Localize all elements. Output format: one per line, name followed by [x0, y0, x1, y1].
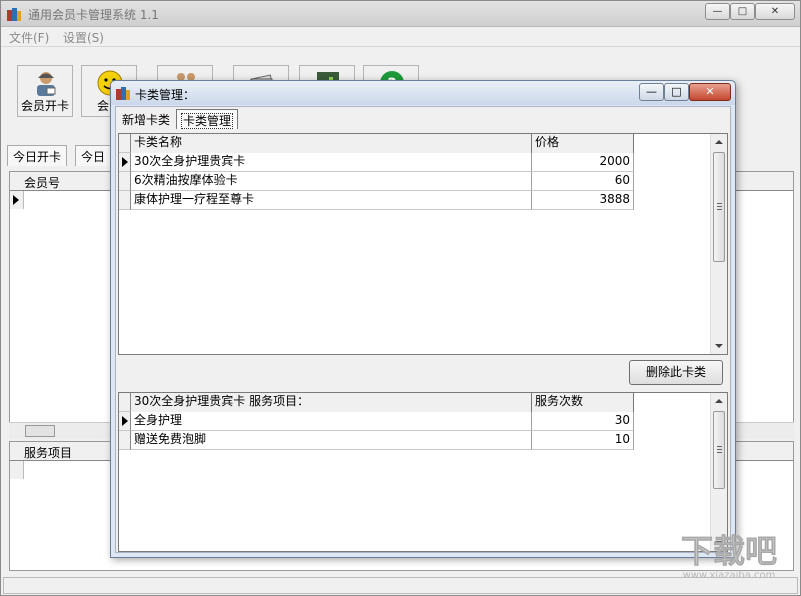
dialog-title: 卡类管理： [135, 86, 195, 103]
tab-add-card-type[interactable]: 新增卡类 [118, 109, 174, 129]
card-name-cell[interactable]: 康体护理一疗程至尊卡 [131, 191, 532, 210]
row-indicator [10, 191, 24, 209]
card-grid-vscrollbar[interactable] [710, 134, 727, 354]
app-icon [6, 6, 22, 22]
scroll-down-icon[interactable] [715, 344, 723, 348]
service-item-header: 服务项目 [24, 444, 72, 461]
toolbar-member-open-card-button[interactable]: 会员开卡 [17, 65, 73, 117]
header-corner [119, 134, 131, 153]
grip-line [717, 203, 722, 204]
app-icon [115, 85, 131, 101]
card-type-dialog: 卡类管理： — □ ✕ 新增卡类 卡类管理 卡类名称 价格 30次全身护理贵宾卡… [110, 80, 736, 558]
row-indicator [119, 412, 131, 431]
main-minimize-button[interactable]: — [705, 3, 730, 20]
svg-text:www.xiazaiba.com: www.xiazaiba.com [683, 570, 776, 581]
main-close-button[interactable]: ✕ [755, 3, 795, 20]
grip-line [717, 452, 722, 453]
card-type-grid: 卡类名称 价格 30次全身护理贵宾卡 2000 6次精油按摩体验卡 60 康体护… [118, 133, 728, 355]
header-corner [119, 393, 131, 412]
grip-line [717, 446, 722, 447]
price-cell[interactable]: 3888 [532, 191, 634, 210]
current-row-arrow-icon [13, 195, 19, 205]
dialog-minimize-button[interactable]: — [639, 83, 664, 101]
card-name-cell[interactable]: 6次精油按摩体验卡 [131, 172, 532, 191]
main-window-title: 通用会员卡管理系统 1.1 [28, 6, 159, 23]
scroll-thumb[interactable] [713, 152, 725, 262]
delete-card-type-button[interactable]: 删除此卡类 [629, 360, 723, 385]
price-cell[interactable]: 60 [532, 172, 634, 191]
tab-label: 卡类管理 [181, 113, 233, 129]
main-title-bar[interactable]: 通用会员卡管理系统 1.1 — □ ✕ [1, 1, 800, 27]
service-item-cell[interactable]: 赠送免费泡脚 [131, 431, 532, 450]
menu-settings[interactable]: 设置(S) [63, 29, 104, 46]
scroll-thumb[interactable] [713, 411, 725, 489]
toolbar-label: 会员开卡 [18, 97, 72, 114]
service-grid-header: 30次全身护理贵宾卡 服务项目： 服务次数 [119, 393, 634, 412]
grip-line [717, 206, 722, 207]
service-item-cell[interactable]: 全身护理 [131, 412, 532, 431]
card-grid-header: 卡类名称 价格 [119, 134, 634, 153]
current-row-arrow-icon [122, 157, 128, 167]
svg-text:下载吧: 下载吧 [681, 532, 777, 570]
service-count-cell[interactable]: 30 [532, 412, 634, 431]
row-indicator [119, 431, 131, 450]
card-name-cell[interactable]: 30次全身护理贵宾卡 [131, 153, 532, 172]
menu-file[interactable]: 文件(F) [9, 29, 49, 46]
hscroll-thumb[interactable] [25, 425, 55, 437]
col-service-item[interactable]: 30次全身护理贵宾卡 服务项目： [131, 393, 532, 412]
price-cell[interactable]: 2000 [532, 153, 634, 172]
tab-card-type-management[interactable]: 卡类管理 [176, 109, 238, 129]
current-row-arrow-icon [122, 416, 128, 426]
watermark-logo: 下载吧 www.xiazaiba.com [662, 528, 796, 582]
row-indicator [119, 191, 131, 210]
dialog-title-bar[interactable]: 卡类管理： — □ ✕ [111, 81, 735, 105]
member-id-header: 会员号 [24, 174, 60, 191]
tab-today-open-card[interactable]: 今日开卡 [7, 145, 67, 166]
dialog-close-button[interactable]: ✕ [689, 83, 731, 101]
menu-bar: 文件(F) 设置(S) [1, 27, 800, 47]
row-indicator [119, 172, 131, 191]
tab-today-other[interactable]: 今日 [75, 145, 111, 166]
row-indicator [119, 153, 131, 172]
scroll-up-icon[interactable] [715, 140, 723, 144]
grip-line [717, 209, 722, 210]
member-card-icon [32, 69, 60, 97]
service-items-grid: 30次全身护理贵宾卡 服务项目： 服务次数 全身护理 30 赠送免费泡脚 10 [118, 392, 728, 552]
row-indicator [10, 461, 24, 479]
col-card-name[interactable]: 卡类名称 [131, 134, 532, 153]
service-count-cell[interactable]: 10 [532, 431, 634, 450]
grip-line [717, 449, 722, 450]
dialog-body: 新增卡类 卡类管理 卡类名称 价格 30次全身护理贵宾卡 2000 6次精油按摩… [115, 106, 731, 553]
col-service-count[interactable]: 服务次数 [532, 393, 634, 412]
main-maximize-button[interactable]: □ [730, 3, 755, 20]
dialog-maximize-button[interactable]: □ [664, 83, 689, 101]
scroll-up-icon[interactable] [715, 399, 723, 403]
col-price[interactable]: 价格 [532, 134, 634, 153]
